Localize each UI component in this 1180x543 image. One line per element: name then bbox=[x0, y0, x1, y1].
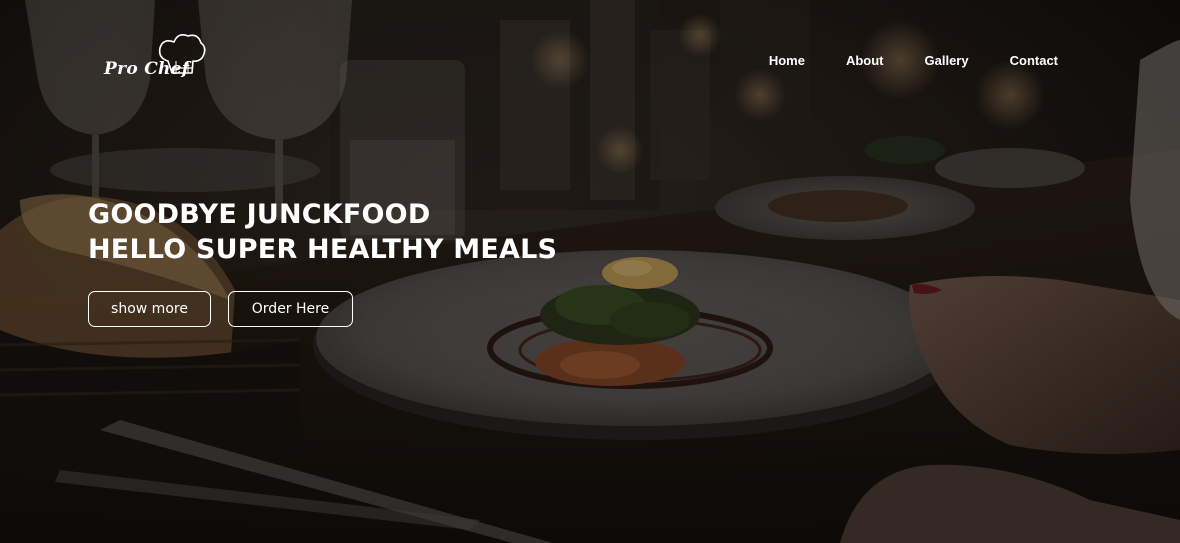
show-more-button[interactable]: show more bbox=[88, 291, 211, 327]
hero-section: Pro Chef Home About Gallery Contact GOOD… bbox=[0, 0, 1180, 543]
nav-item-about[interactable]: About bbox=[846, 52, 884, 70]
hero-headline: GOODBYE JUNCKFOOD HELLO SUPER HEALTHY ME… bbox=[88, 197, 557, 267]
nav-item-contact[interactable]: Contact bbox=[1010, 52, 1058, 70]
hero-headline-line2: HELLO SUPER HEALTHY MEALS bbox=[88, 234, 558, 265]
nav-item-home[interactable]: Home bbox=[769, 52, 805, 70]
brand-name: Pro Chef bbox=[104, 59, 190, 79]
main-nav: Home About Gallery Contact bbox=[769, 52, 1058, 70]
brand-logo[interactable]: Pro Chef bbox=[98, 28, 208, 90]
nav-item-gallery[interactable]: Gallery bbox=[925, 52, 969, 70]
order-here-button[interactable]: Order Here bbox=[228, 291, 353, 327]
hero-headline-line1: GOODBYE JUNCKFOOD bbox=[88, 199, 431, 230]
